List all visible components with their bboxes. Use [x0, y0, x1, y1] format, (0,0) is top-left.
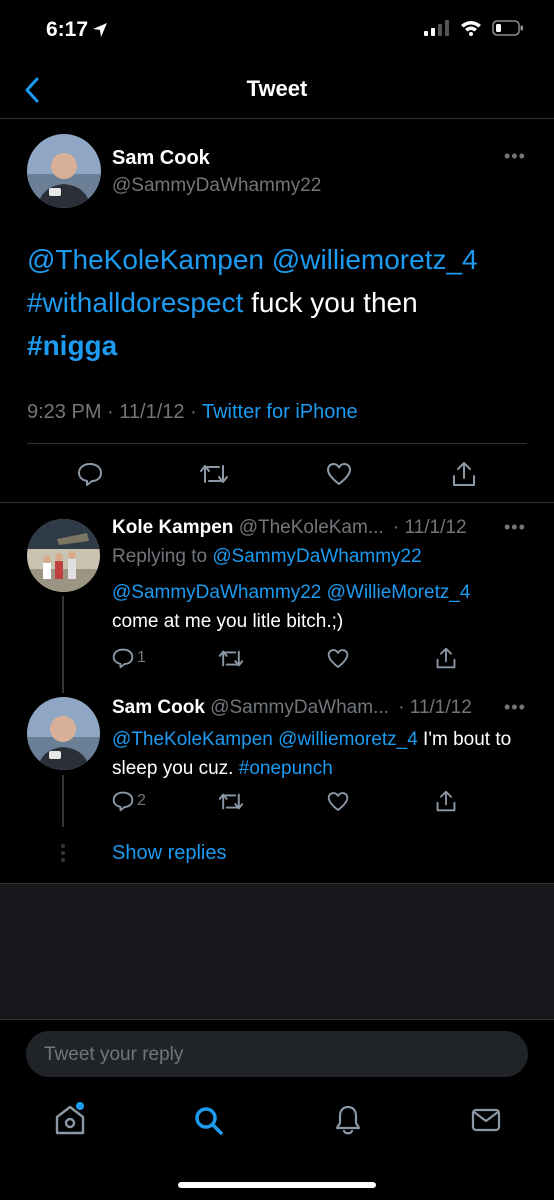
tweet-time: 9:23 PM	[27, 401, 102, 423]
author-handle[interactable]: @SammyDaWhammy22	[112, 175, 321, 197]
empty-area	[0, 883, 554, 1020]
status-time: 6:17	[46, 18, 89, 41]
hashtag-link[interactable]: #nigga	[27, 330, 117, 361]
mention-link[interactable]: @williemoretz_4	[278, 729, 418, 750]
hashtag-link[interactable]: #onepunch	[239, 758, 333, 779]
wifi-icon	[461, 21, 481, 36]
retweet-icon[interactable]	[199, 462, 229, 486]
author-name[interactable]: Sam Cook	[112, 697, 205, 718]
author-name[interactable]: Kole Kampen	[112, 517, 233, 538]
reply-header: Sam Cook @SammyDaWham... · 11/1/12	[112, 697, 472, 719]
thread-line	[62, 775, 64, 827]
more-options-icon[interactable]: •••	[504, 697, 526, 718]
more-options-icon[interactable]: •••	[504, 146, 526, 167]
tweet-text: @TheKoleKampen @williemoretz_4 #withalld…	[27, 238, 507, 367]
avatar[interactable]	[27, 134, 101, 208]
mention-link[interactable]: @TheKoleKampen	[112, 729, 273, 750]
notifications-icon[interactable]	[334, 1104, 362, 1136]
thread-dots	[61, 844, 65, 862]
hashtag-link[interactable]: #withalldorespect	[27, 287, 243, 318]
retweet-icon[interactable]	[218, 791, 244, 812]
more-options-icon[interactable]: •••	[504, 517, 526, 538]
home-icon[interactable]	[54, 1102, 86, 1136]
share-icon[interactable]	[451, 460, 477, 488]
tweet-text-plain: fuck you then	[243, 287, 418, 318]
divider	[27, 443, 527, 444]
like-icon[interactable]	[327, 648, 349, 669]
search-icon[interactable]	[194, 1106, 224, 1136]
mention-link[interactable]: @TheKoleKampen	[27, 244, 264, 275]
separator: ·	[190, 401, 197, 423]
tweet-date: · 11/1/12	[392, 517, 467, 538]
mention-link[interactable]: @williemoretz_4	[272, 244, 478, 275]
status-bar: 6:17	[0, 0, 554, 62]
reply-icon	[112, 648, 134, 669]
reply-text: @TheKoleKampen @williemoretz_4 I'm bout …	[112, 725, 532, 783]
tweet-meta: 9:23 PM · 11/1/12 · Twitter for iPhone	[27, 401, 358, 424]
reply-icon	[112, 791, 134, 812]
like-icon[interactable]	[327, 791, 349, 812]
tweet-date: · 11/1/12	[398, 697, 472, 718]
share-icon[interactable]	[435, 789, 457, 813]
reply-input-placeholder: Tweet your reply	[44, 1044, 184, 1065]
location-arrow-icon	[93, 23, 107, 37]
retweet-icon[interactable]	[218, 648, 244, 669]
reply-text: @SammyDaWhammy22 @WillieMoretz_4 come at…	[112, 578, 532, 636]
reply-icon[interactable]	[77, 461, 103, 487]
divider	[0, 502, 554, 503]
page-title: Tweet	[246, 76, 308, 101]
tweet-date: 11/1/12	[119, 401, 185, 423]
share-icon[interactable]	[435, 646, 457, 670]
reply-count: 1	[137, 649, 146, 666]
cellular-signal-icon	[424, 20, 449, 36]
separator: ·	[107, 401, 114, 423]
show-replies-link[interactable]: Show replies	[112, 842, 227, 865]
reply-input[interactable]: Tweet your reply	[26, 1031, 528, 1077]
mention-link[interactable]: @SammyDaWhammy22	[112, 582, 321, 603]
battery-icon	[492, 20, 523, 36]
author-handle[interactable]: @TheKoleKam...	[239, 517, 384, 538]
reply-count: 2	[137, 792, 146, 809]
author-handle[interactable]: @SammyDaWham...	[210, 697, 389, 718]
nav-bar: Tweet	[0, 62, 554, 119]
messages-icon[interactable]	[471, 1108, 501, 1132]
reply-button[interactable]: 1	[112, 647, 146, 669]
status-icons	[424, 20, 524, 36]
home-indicator[interactable]	[178, 1182, 376, 1188]
notification-dot	[76, 1102, 84, 1110]
mention-link[interactable]: @WillieMoretz_4	[327, 582, 471, 603]
reply-text-plain: come at me you litle bitch.;)	[112, 611, 344, 632]
author-name[interactable]: Sam Cook	[112, 147, 210, 170]
reply-header: Kole Kampen @TheKoleKam... · 11/1/12	[112, 517, 467, 539]
tweet-source[interactable]: Twitter for iPhone	[202, 401, 358, 423]
thread-line	[62, 596, 64, 693]
like-icon[interactable]	[326, 462, 352, 486]
avatar[interactable]	[27, 697, 100, 770]
mention-link[interactable]: @SammyDaWhammy22	[212, 546, 421, 567]
replying-to-prefix: Replying to	[112, 546, 213, 567]
replying-to: Replying to @SammyDaWhammy22	[112, 546, 422, 568]
avatar[interactable]	[27, 519, 100, 592]
reply-button[interactable]: 2	[112, 790, 146, 812]
